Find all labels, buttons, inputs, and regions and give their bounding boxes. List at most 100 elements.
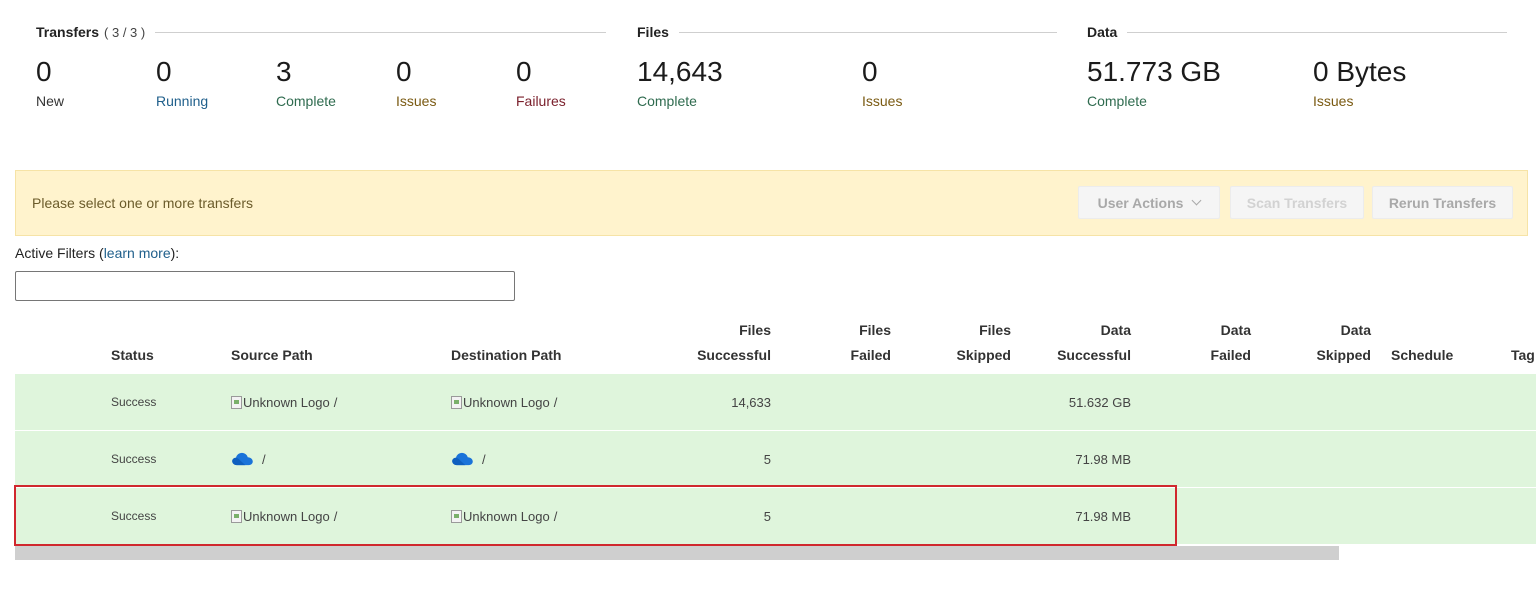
files-title: Files [637, 24, 669, 40]
destination-path-cell: Unknown Logo / [451, 374, 557, 430]
table-row[interactable]: Success Unknown Logo / Unknown Logo / 5 … [15, 488, 1536, 544]
files-successful-cell: 5 [763, 508, 771, 524]
learn-more-link[interactable]: learn more [104, 245, 171, 261]
stat-data-complete[interactable]: 51.773 GB Complete [1087, 56, 1221, 110]
active-filters-label: Active Filters (learn more): [15, 245, 179, 261]
header-line: Data [1100, 322, 1131, 338]
transfer-summary: Transfers ( 3 / 3 ) 0 New 0 Running 3 Co… [0, 0, 1536, 130]
header-files-failed[interactable]: Files Failed [791, 318, 891, 368]
broken-image-icon [231, 395, 242, 409]
stat-label: Complete [637, 93, 697, 109]
stat-value: 0 [156, 56, 172, 87]
path-text: / [482, 451, 486, 467]
unknown-logo-image: Unknown Logo [231, 395, 330, 410]
header-schedule[interactable]: Schedule [1391, 343, 1453, 368]
rerun-transfers-button[interactable]: Rerun Transfers [1372, 186, 1513, 219]
destination-path-cell: Unknown Logo / [451, 488, 557, 544]
files-successful-cell: 5 [763, 451, 771, 467]
stat-transfers-new[interactable]: 0 New [36, 56, 64, 110]
selection-action-bar: Please select one or more transfers User… [15, 170, 1528, 236]
active-filters-input[interactable] [15, 271, 515, 301]
onedrive-cloud-icon [452, 452, 473, 466]
stat-value: 3 [276, 56, 292, 87]
broken-image-icon [451, 509, 462, 523]
user-actions-label: User Actions [1097, 194, 1184, 211]
stat-label: Issues [862, 93, 903, 109]
scan-transfers-button[interactable]: Scan Transfers [1230, 186, 1364, 219]
source-path-cell: / [231, 431, 266, 487]
horizontal-scrollbar-thumb[interactable] [15, 546, 1339, 560]
stat-value: 0 [862, 56, 878, 87]
table-row[interactable]: Success / / 5 71.98 MB [15, 431, 1536, 487]
header-destination-path[interactable]: Destination Path [451, 343, 561, 368]
active-filters-text: Active Filters ( [15, 245, 104, 261]
logo-alt-text: Unknown Logo [463, 508, 550, 524]
user-actions-button[interactable]: User Actions [1078, 186, 1220, 219]
header-files-successful[interactable]: Files Successful [671, 318, 771, 368]
destination-path-cell: / [451, 431, 486, 487]
header-line: Successful [697, 347, 771, 363]
stat-files-issues[interactable]: 0 Issues [862, 56, 902, 110]
header-source-path[interactable]: Source Path [231, 343, 313, 368]
stat-transfers-complete[interactable]: 3 Complete [276, 56, 336, 110]
stat-label: New [36, 93, 65, 109]
path-text: / [553, 394, 558, 410]
stat-label: Complete [1087, 93, 1147, 109]
stat-value: 0 [516, 56, 532, 87]
selection-message: Please select one or more transfers [32, 195, 253, 211]
active-filters-text-end: ): [170, 245, 180, 261]
path-text: / [553, 508, 558, 524]
stat-label: Complete [276, 93, 336, 109]
stat-files-complete[interactable]: 14,643 Complete [637, 56, 723, 110]
header-line: Failed [850, 347, 891, 363]
stat-transfers-issues[interactable]: 0 Issues [396, 56, 436, 110]
source-path-cell: Unknown Logo / [231, 374, 337, 430]
header-line: Files [739, 322, 771, 338]
data-section-header: Data [1087, 24, 1507, 40]
status-cell: Success [111, 509, 157, 523]
logo-alt-text: Unknown Logo [463, 394, 550, 410]
transfers-count: ( 3 / 3 ) [104, 24, 146, 40]
stat-label: Issues [396, 93, 437, 109]
data-successful-cell: 51.632 GB [1068, 394, 1131, 410]
section-divider [678, 31, 1057, 33]
stat-value: 51.773 GB [1087, 56, 1221, 87]
header-status[interactable]: Status [111, 343, 154, 368]
header-data-skipped[interactable]: Data Skipped [1271, 318, 1371, 368]
table-header: Status Source Path Destination Path File… [0, 318, 1536, 372]
path-text: / [262, 451, 266, 467]
header-data-successful[interactable]: Data Successful [1031, 318, 1131, 368]
transfers-title: Transfers [36, 24, 100, 40]
table-row[interactable]: Success Unknown Logo / Unknown Logo / 14… [15, 374, 1536, 430]
header-files-skipped[interactable]: Files Skipped [911, 318, 1011, 368]
status-cell: Success [111, 395, 157, 409]
stat-value: 0 [396, 56, 412, 87]
stat-label: Failures [516, 93, 566, 109]
stat-value: 0 Bytes [1313, 56, 1407, 87]
unknown-logo-image: Unknown Logo [451, 509, 550, 524]
data-successful-cell: 71.98 MB [1075, 508, 1131, 524]
chevron-down-icon [1191, 195, 1202, 206]
unknown-logo-image: Unknown Logo [451, 395, 550, 410]
header-line: Files [859, 322, 891, 338]
header-tags[interactable]: Tag [1511, 343, 1536, 368]
broken-image-icon [231, 509, 242, 523]
section-divider [1127, 31, 1507, 33]
stat-data-issues[interactable]: 0 Bytes Issues [1313, 56, 1406, 110]
rerun-transfers-label: Rerun Transfers [1388, 194, 1497, 211]
stat-transfers-failures[interactable]: 0 Failures [516, 56, 566, 110]
header-line: Successful [1057, 347, 1131, 363]
header-line: Data [1220, 322, 1251, 338]
section-divider [155, 31, 606, 33]
logo-alt-text: Unknown Logo [243, 508, 330, 524]
header-data-failed[interactable]: Data Failed [1151, 318, 1251, 368]
stat-value: 14,643 [637, 56, 723, 87]
data-title: Data [1087, 24, 1118, 40]
scan-transfers-label: Scan Transfers [1246, 194, 1348, 211]
stat-label: Issues [1313, 93, 1354, 109]
stat-transfers-running[interactable]: 0 Running [156, 56, 208, 110]
data-successful-cell: 71.98 MB [1075, 451, 1131, 467]
header-line: Failed [1210, 347, 1251, 363]
header-line: Data [1340, 322, 1371, 338]
broken-image-icon [451, 395, 462, 409]
